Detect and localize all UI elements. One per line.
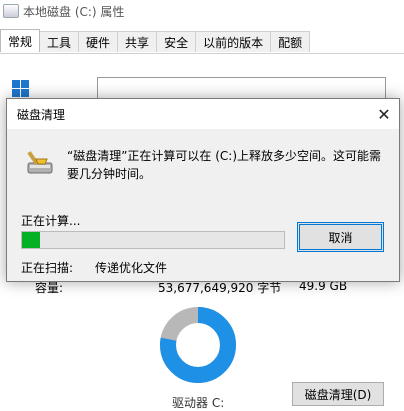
properties-titlebar: 本地磁盘 (C:) 属性 [0,0,404,22]
tab-previous-versions[interactable]: 以前的版本 [195,31,272,52]
tabs-divider [0,53,404,54]
scanning-value: 传递优化文件 [95,261,168,275]
progress-bar [21,231,285,249]
dialog-message: “磁盘清理”正在计算可以在 (C:)上释放多少空间。这可能需要几分钟时间。 [67,149,382,181]
progress-fill [22,232,41,248]
tab-hardware[interactable]: 硬件 [78,31,119,52]
disk-cleanup-icon [27,151,53,174]
cancel-button[interactable]: 取消 [297,222,384,252]
scanning-label: 正在扫描: [21,261,74,275]
dialog-titlebar: 磁盘清理 ✕ [7,99,399,129]
drive-icon [3,4,19,18]
disk-cleanup-dialog: 磁盘清理 ✕ “磁盘清理”正在计算可以在 (C:)上释放多少空间。这可能需要几分… [6,98,400,282]
properties-tabs: 常规 工具 硬件 共享 安全 以前的版本 配额 [0,29,311,53]
drive-label: 驱动器 C: [172,396,225,410]
windows-drive-icon [12,80,30,98]
disk-cleanup-button[interactable]: 磁盘清理(D) [292,382,384,406]
properties-title: 本地磁盘 (C:) 属性 [23,4,125,19]
tab-sharing[interactable]: 共享 [117,31,158,52]
usage-donut [160,307,236,383]
tab-general[interactable]: 常规 [0,29,41,52]
tab-security[interactable]: 安全 [156,31,197,52]
calculating-label: 正在计算... [21,214,81,228]
dialog-title: 磁盘清理 [17,107,66,122]
tab-quota[interactable]: 配额 [270,31,311,52]
close-icon[interactable]: ✕ [369,99,399,129]
tab-tools[interactable]: 工具 [39,31,80,52]
